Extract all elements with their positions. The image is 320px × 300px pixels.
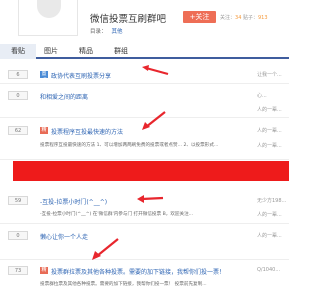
thread-title[interactable]: 政协代表互刷投票分享 — [51, 71, 111, 80]
thread-row[interactable]: 62 精 投票程序互投最快速的方法 人的一辈... 投票程序互投最快速的方法 1… — [0, 118, 289, 160]
thread-title[interactable]: -互投-拉票小时门(^__^) — [40, 197, 107, 206]
thread-row[interactable]: 73 精 投票群拉票及其他各种投票。需要的加下链接，我帮你们投一票！ Q/104… — [0, 260, 289, 300]
forum-name[interactable]: 微信投票互刷群吧 — [90, 11, 166, 25]
featured-badge: 精 — [40, 267, 48, 274]
forum-header: 微信投票互刷群吧 +关注 关注：34 贴子：913 目录： 其他 — [0, 0, 289, 44]
members-count: 34 — [235, 15, 242, 21]
follow-button[interactable]: +关注 — [183, 11, 216, 23]
thread-title[interactable]: 懒心让你一个人走 — [40, 232, 88, 241]
reply-count: 0 — [8, 231, 28, 240]
forum-directory: 目录： 其他 — [90, 27, 123, 35]
redacted-block — [13, 161, 289, 181]
forum-stats: 关注：34 贴子：913 — [220, 14, 268, 21]
featured-badge: 精 — [40, 127, 48, 134]
directory-label: 目录： — [90, 29, 107, 35]
tab-featured[interactable]: 精品 — [66, 44, 106, 59]
tab-posts[interactable]: 看贴 — [0, 44, 36, 59]
thread-author[interactable]: 人的一辈... — [257, 127, 282, 134]
thread-row[interactable]: 6 置顶 政协代表互刷投票分享 让我一个... — [0, 62, 289, 84]
thread-author[interactable]: 人的一辈... — [257, 232, 282, 239]
tab-images[interactable]: 图片 — [36, 44, 66, 59]
members-label: 关注： — [220, 15, 236, 21]
thread-row[interactable]: 0 和相爱之间的距离 心... 人的一辈... — [0, 84, 289, 118]
pinned-badge: 置顶 — [40, 71, 48, 84]
avatar-image — [37, 0, 61, 18]
thread-title[interactable]: 投票群拉票及其他各种投票。需要的加下链接，我帮你们投一票！ — [51, 267, 256, 276]
reply-count: 6 — [8, 70, 28, 79]
reply-count: 62 — [8, 126, 28, 135]
last-reply-author[interactable]: 人的一辈... — [257, 106, 282, 113]
thread-title[interactable]: 投票程序互投最快速的方法 — [51, 127, 123, 136]
directory-link[interactable]: 其他 — [112, 29, 123, 35]
reply-count: 59 — [8, 196, 28, 205]
forum-avatar — [18, 0, 78, 36]
last-reply-author[interactable]: 人的一辈... — [257, 211, 282, 218]
thread-author[interactable]: 无少方198... — [257, 197, 286, 204]
thread-title[interactable]: 和相爱之间的距离 — [40, 92, 88, 101]
forum-tabs: 看贴 图片 精品 群组 — [0, 44, 289, 59]
thread-author[interactable]: 心... — [257, 92, 267, 99]
tab-groups[interactable]: 群组 — [106, 44, 136, 59]
posts-label: 贴子： — [242, 15, 258, 21]
thread-author[interactable]: Q/1040... — [257, 267, 280, 273]
reply-count: 0 — [8, 91, 28, 100]
thread-row[interactable]: 59 -互投-拉票小时门(^__^) 无少方198... -互投-拉票小时门(^… — [0, 190, 289, 224]
thread-row[interactable]: 0 懒心让你一个人走 人的一辈... — [0, 224, 289, 260]
reply-count: 73 — [8, 266, 28, 275]
thread-abstract: -互投-拉票小时门(^__^) 在'微信群'内参与门 打开微信投票 B，欢迎关注… — [40, 212, 194, 217]
thread-author[interactable]: 让我一个... — [257, 71, 282, 78]
last-reply-author[interactable]: 人的一辈... — [257, 142, 282, 149]
thread-abstract: 投票程序互投最快速的方法 1、可以增加两两刷免费的投票或者点赞... 2、以投票… — [40, 143, 219, 148]
posts-count: 913 — [258, 15, 268, 21]
thread-abstract: 投票群拉票及其他各种投票。需要的加下链接，我帮你们投一票！ 投票前先复制... — [40, 282, 207, 287]
